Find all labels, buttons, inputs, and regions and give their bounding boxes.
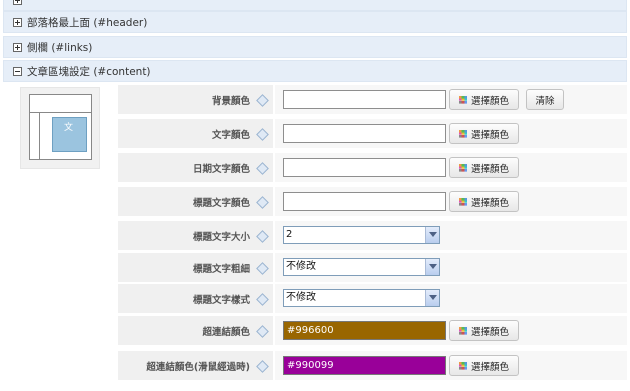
tag-icon [256, 130, 267, 138]
section-header-label: 部落格最上面 (#header) [27, 16, 148, 29]
pick-color-button[interactable]: 選擇顏色 [449, 157, 519, 178]
palette-icon [458, 163, 467, 172]
layout-preview-frame: 文 [29, 94, 92, 160]
setting-row-link-color: 超連結顏色 #996600 選擇顏色 [118, 316, 627, 345]
palette-icon [458, 129, 467, 138]
section-content-toggle[interactable]: 文章區塊設定 (#content) [3, 60, 627, 82]
section-content-label: 文章區塊設定 (#content) [27, 65, 151, 78]
clear-button[interactable]: 清除 [526, 89, 564, 110]
setting-label: 背景顏色 [118, 85, 273, 114]
title-size-select[interactable]: 2 [283, 226, 440, 244]
tag-icon [256, 96, 267, 104]
expand-icon [13, 0, 22, 5]
pick-color-button[interactable]: 選擇顏色 [449, 355, 519, 376]
tag-icon [256, 264, 267, 272]
layout-preview-content: 文 [52, 117, 87, 152]
section-header-toggle[interactable]: 部落格最上面 (#header) [3, 11, 627, 33]
chevron-down-icon[interactable] [425, 259, 439, 275]
setting-row-title-style: 標題文字樣式 不修改 [118, 284, 627, 313]
setting-label-text: 背景顏色 [211, 95, 250, 107]
expand-icon [13, 17, 22, 27]
setting-value: 不修改 [275, 284, 627, 313]
setting-value: 選擇顏色 [275, 187, 627, 216]
setting-label: 標題文字樣式 [118, 284, 273, 313]
tag-icon [256, 232, 267, 240]
setting-row-background-color: 背景顏色 選擇顏色 清除 [118, 85, 627, 114]
setting-value: #990099 選擇顏色 [275, 351, 627, 380]
setting-value: 2 [275, 221, 627, 250]
setting-row-link-hover-color: 超連結顏色(滑鼠經過時) #990099 選擇顏色 [118, 351, 627, 380]
title-weight-select[interactable]: 不修改 [283, 258, 440, 276]
setting-value: 不修改 [275, 253, 627, 282]
pick-color-button[interactable]: 選擇顏色 [449, 123, 519, 144]
palette-icon [458, 95, 467, 104]
layout-preview-header [30, 95, 91, 113]
tag-icon [256, 327, 267, 335]
setting-label-text: 超連結顏色(滑鼠經過時) [146, 361, 250, 373]
tag-icon [256, 198, 267, 206]
pick-color-label: 選擇顏色 [470, 95, 509, 107]
title-style-value: 不修改 [286, 292, 316, 303]
collapse-icon [13, 66, 22, 76]
setting-row-text-color: 文字顏色 選擇顏色 [118, 119, 627, 148]
section-top-toggle[interactable] [3, 0, 627, 11]
setting-value: 選擇顏色 清除 [275, 85, 627, 114]
setting-row-title-color: 標題文字顏色 選擇顏色 [118, 187, 627, 216]
pick-color-label: 選擇顏色 [470, 163, 509, 175]
title-style-select[interactable]: 不修改 [283, 289, 440, 307]
pick-color-button[interactable]: 選擇顏色 [449, 191, 519, 212]
setting-label-text: 標題文字樣式 [192, 294, 250, 306]
pick-color-label: 選擇顏色 [470, 326, 509, 338]
setting-label-text: 超連結顏色 [202, 326, 250, 338]
title-size-value: 2 [286, 229, 293, 240]
layout-preview-sidebar [30, 113, 40, 159]
section-links-toggle[interactable]: 側欄 (#links) [3, 36, 627, 58]
setting-label: 日期文字顏色 [118, 153, 273, 182]
palette-icon [458, 197, 467, 206]
palette-icon [458, 361, 467, 370]
text-color-input[interactable] [283, 124, 446, 143]
layout-preview: 文 [20, 87, 100, 169]
setting-label-text: 文字顏色 [211, 129, 250, 141]
pick-color-button[interactable]: 選擇顏色 [449, 89, 519, 110]
setting-label: 標題文字大小 [118, 221, 273, 250]
setting-value: 選擇顏色 [275, 153, 627, 182]
tag-icon [256, 164, 267, 172]
pick-color-label: 選擇顏色 [470, 129, 509, 141]
background-color-input[interactable] [283, 90, 446, 109]
setting-label-text: 日期文字顏色 [192, 163, 250, 175]
setting-value: #996600 選擇顏色 [275, 316, 627, 345]
setting-label: 超連結顏色(滑鼠經過時) [118, 351, 273, 380]
pick-color-label: 選擇顏色 [470, 361, 509, 373]
setting-row-title-weight: 標題文字粗細 不修改 [118, 253, 627, 282]
title-weight-value: 不修改 [286, 261, 316, 272]
setting-label-text: 標題文字顏色 [192, 197, 250, 209]
tag-icon [256, 362, 267, 370]
palette-icon [458, 326, 467, 335]
setting-label: 文字顏色 [118, 119, 273, 148]
section-links-label: 側欄 (#links) [27, 41, 93, 54]
date-color-input[interactable] [283, 158, 446, 177]
title-color-input[interactable] [283, 192, 446, 211]
setting-label: 標題文字粗細 [118, 253, 273, 282]
pick-color-button[interactable]: 選擇顏色 [449, 320, 519, 341]
setting-row-title-size: 標題文字大小 2 [118, 221, 627, 250]
setting-label-text: 標題文字粗細 [192, 263, 250, 275]
chevron-down-icon[interactable] [425, 290, 439, 306]
setting-label: 標題文字顏色 [118, 187, 273, 216]
setting-row-date-color: 日期文字顏色 選擇顏色 [118, 153, 627, 182]
expand-icon [13, 42, 22, 52]
setting-label-text: 標題文字大小 [192, 231, 250, 243]
pick-color-label: 選擇顏色 [470, 197, 509, 209]
setting-value: 選擇顏色 [275, 119, 627, 148]
setting-label: 超連結顏色 [118, 316, 273, 345]
link-hover-color-input[interactable]: #990099 [283, 356, 446, 375]
link-color-input[interactable]: #996600 [283, 321, 446, 340]
tag-icon [256, 295, 267, 303]
chevron-down-icon[interactable] [425, 227, 439, 243]
